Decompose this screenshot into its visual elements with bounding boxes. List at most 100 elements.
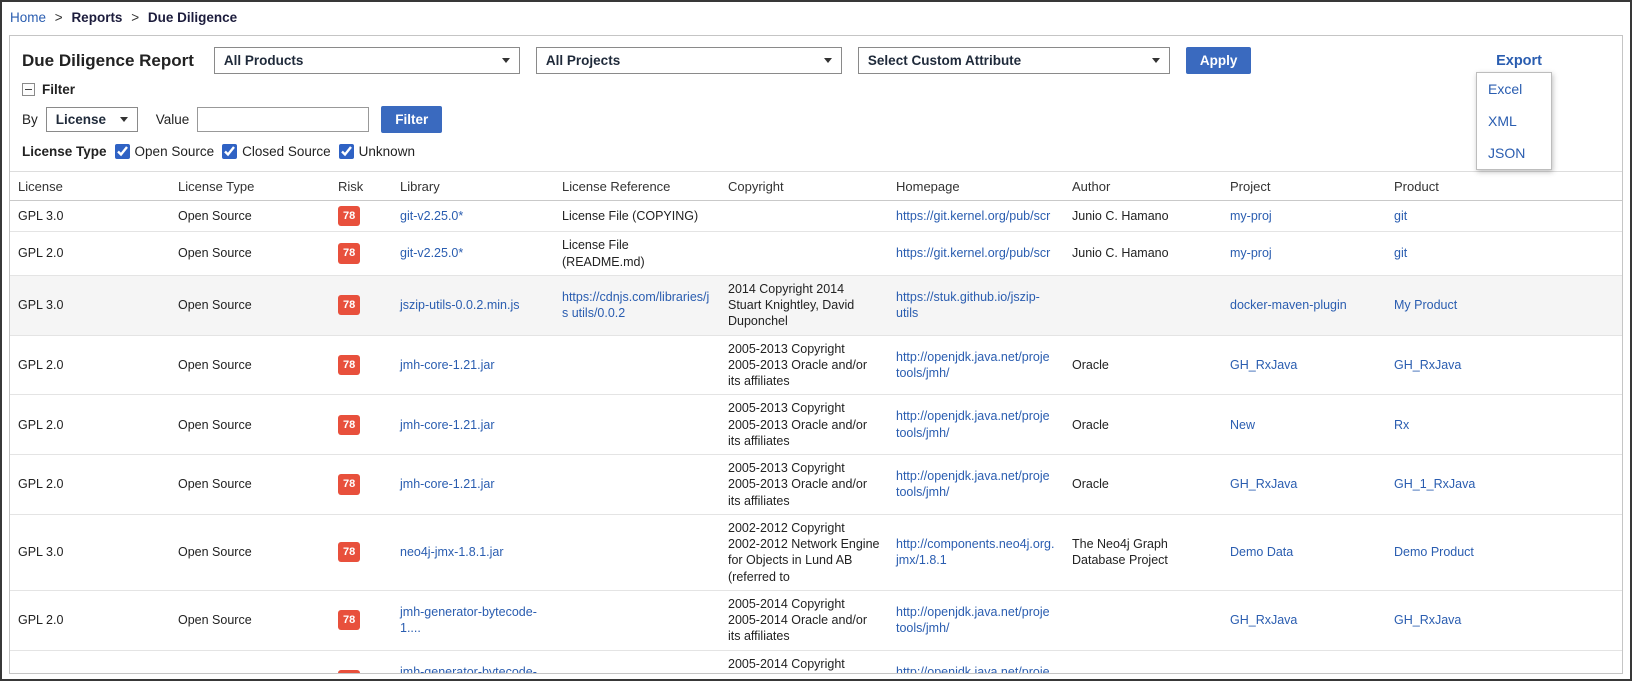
product-cell: git — [1386, 201, 1622, 232]
products-dropdown[interactable]: All Products — [214, 47, 520, 74]
homepage-link[interactable]: http://components.neo4j.org. jmx/1.8.1 — [896, 537, 1054, 567]
homepage-link[interactable]: http://openjdk.java.net/proje tools/jmh/ — [896, 605, 1050, 635]
product-link[interactable]: My Product — [1394, 298, 1457, 312]
license-cell: GPL 2.0 — [10, 650, 170, 674]
license-reference-cell — [554, 590, 720, 650]
filter-value-label: Value — [156, 112, 190, 127]
product-link[interactable]: git — [1394, 246, 1407, 260]
breadcrumb-reports[interactable]: Reports — [71, 10, 122, 25]
project-link[interactable]: GH_RxJava — [1230, 358, 1297, 372]
product-cell: GH_RxJava — [1386, 335, 1622, 395]
copyright-cell: 2005-2013 Copyright 2005-2013 Oracle and… — [720, 455, 888, 515]
table-row: GPL 2.0 Open Source 78 jmh-core-1.21.jar… — [10, 335, 1622, 395]
homepage-link[interactable]: http://openjdk.java.net/proje tools/jmh/ — [896, 469, 1050, 499]
custom-attribute-dropdown[interactable]: Select Custom Attribute — [858, 47, 1170, 74]
risk-cell: 78 — [330, 650, 392, 674]
library-cell: git-v2.25.0* — [392, 232, 554, 276]
license-type-cell: Open Source — [170, 650, 330, 674]
license-type-checkbox[interactable] — [115, 144, 130, 159]
filter-header: Filter — [22, 82, 1610, 97]
filter-by-dropdown[interactable]: License — [46, 107, 138, 132]
table-row: GPL 3.0 Open Source 78 neo4j-jmx-1.8.1.j… — [10, 514, 1622, 590]
export-button[interactable]: Export — [1496, 53, 1542, 69]
homepage-cell: http://openjdk.java.net/proje tools/jmh/ — [888, 395, 1064, 455]
homepage-link[interactable]: http://openjdk.java.net/proje tools/jmh/ — [896, 350, 1050, 380]
breadcrumb-home-link[interactable]: Home — [10, 10, 46, 25]
risk-cell: 78 — [330, 232, 392, 276]
table-row: GPL 3.0 Open Source 78 git-v2.25.0* Lice… — [10, 201, 1622, 232]
risk-cell: 78 — [330, 201, 392, 232]
license-cell: GPL 2.0 — [10, 590, 170, 650]
library-link[interactable]: neo4j-jmx-1.8.1.jar — [400, 545, 504, 559]
project-link[interactable]: docker-maven-plugin — [1230, 298, 1347, 312]
license-type-option[interactable]: Open Source — [115, 144, 215, 159]
product-link[interactable]: git — [1394, 209, 1407, 223]
risk-badge: 78 — [338, 415, 360, 435]
column-header-license-type: License Type — [170, 172, 330, 201]
copyright-cell: 2005-2013 Copyright 2005-2013 Oracle and… — [720, 395, 888, 455]
project-link[interactable]: GH_RxJava — [1230, 477, 1297, 491]
library-link[interactable]: jmh-core-1.21.jar — [400, 477, 494, 491]
export-menu-item-excel[interactable]: Excel — [1477, 73, 1551, 105]
page-title: Due Diligence Report — [22, 51, 194, 71]
license-type-option[interactable]: Closed Source — [222, 144, 331, 159]
author-cell: Oracle — [1064, 455, 1222, 515]
product-link[interactable]: GH_RxJava — [1394, 358, 1461, 372]
export-menu-item-json[interactable]: JSON — [1477, 137, 1551, 169]
license-type-cell: Open Source — [170, 232, 330, 276]
library-link[interactable]: jmh-generator-bytecode-1.... — [400, 665, 537, 674]
homepage-link[interactable]: http://openjdk.java.net/proje tools/jmh/ — [896, 409, 1050, 439]
export-menu-item-xml[interactable]: XML — [1477, 105, 1551, 137]
project-link[interactable]: GH_RxJava — [1230, 613, 1297, 627]
license-type-checkbox[interactable] — [339, 144, 354, 159]
product-link[interactable]: GH_RxJava — [1394, 613, 1461, 627]
project-link[interactable]: New — [1230, 673, 1255, 674]
library-link[interactable]: jmh-core-1.21.jar — [400, 358, 494, 372]
project-cell: Demo Data — [1222, 514, 1386, 590]
apply-button[interactable]: Apply — [1186, 47, 1252, 74]
library-cell: jmh-core-1.21.jar — [392, 455, 554, 515]
library-link[interactable]: jmh-core-1.21.jar — [400, 418, 494, 432]
page: Home > Reports > Due Diligence Due Dilig… — [0, 0, 1632, 681]
project-cell: docker-maven-plugin — [1222, 275, 1386, 335]
product-cell: Rx — [1386, 395, 1622, 455]
project-link[interactable]: Demo Data — [1230, 545, 1293, 559]
license-type-checkbox[interactable] — [222, 144, 237, 159]
risk-cell: 78 — [330, 455, 392, 515]
export-menu: ExcelXMLJSON — [1476, 72, 1552, 170]
filter-by-dropdown-value: License — [56, 112, 106, 127]
product-link[interactable]: Demo Product — [1394, 545, 1474, 559]
author-cell — [1064, 275, 1222, 335]
homepage-link[interactable]: http://openjdk.java.net/proje tools/jmh/ — [896, 665, 1050, 674]
library-link[interactable]: git-v2.25.0* — [400, 209, 463, 223]
library-cell: jmh-generator-bytecode-1.... — [392, 590, 554, 650]
filter-value-input[interactable] — [197, 107, 369, 132]
license-reference-cell: https://cdnjs.com/libraries/js utils/0.0… — [554, 275, 720, 335]
filter-button[interactable]: Filter — [381, 106, 442, 133]
project-link[interactable]: my-proj — [1230, 209, 1272, 223]
risk-badge: 78 — [338, 610, 360, 630]
library-link[interactable]: git-v2.25.0* — [400, 246, 463, 260]
license-cell: GPL 2.0 — [10, 335, 170, 395]
table-header-row: LicenseLicense TypeRiskLibraryLicense Re… — [10, 172, 1622, 201]
project-link[interactable]: my-proj — [1230, 246, 1272, 260]
library-link[interactable]: jszip-utils-0.0.2.min.js — [400, 298, 519, 312]
homepage-link[interactable]: https://stuk.github.io/jszip-utils — [896, 290, 1040, 320]
product-link[interactable]: Rx — [1394, 418, 1409, 432]
product-link[interactable]: GH_1_RxJava — [1394, 477, 1475, 491]
license-type-cell: Open Source — [170, 275, 330, 335]
filter-section-label: Filter — [42, 82, 75, 97]
license-type-option[interactable]: Unknown — [339, 144, 415, 159]
projects-dropdown[interactable]: All Projects — [536, 47, 842, 74]
product-link[interactable]: Rx — [1394, 673, 1409, 674]
project-link[interactable]: New — [1230, 418, 1255, 432]
collapse-icon[interactable] — [22, 83, 35, 96]
library-link[interactable]: jmh-generator-bytecode-1.... — [400, 605, 537, 635]
copyright-cell: 2005-2013 Copyright 2005-2013 Oracle and… — [720, 335, 888, 395]
homepage-link[interactable]: https://git.kernel.org/pub/scr — [896, 246, 1050, 260]
projects-dropdown-value: All Projects — [546, 53, 620, 68]
homepage-link[interactable]: https://git.kernel.org/pub/scr — [896, 209, 1050, 223]
filter-controls-row: By License Value Filter — [22, 106, 1610, 133]
license-reference-cell — [554, 514, 720, 590]
column-header-project: Project — [1222, 172, 1386, 201]
